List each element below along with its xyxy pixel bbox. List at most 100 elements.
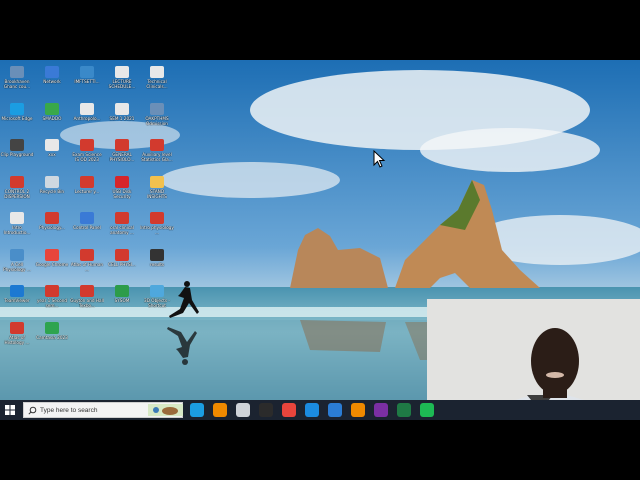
desktop-icon-label: Control Panel bbox=[73, 225, 101, 230]
desktop-icon-glyph bbox=[45, 139, 59, 151]
desktop-icon[interactable]: LECTURE SCHEDULE... bbox=[105, 64, 139, 96]
desktop-icon-label: GENERAL PHYSIOLO... bbox=[109, 152, 135, 162]
desktop-icon-label: SEM 1 2021 bbox=[109, 115, 135, 121]
desktop-icon-label: Atlas of Human ... bbox=[70, 261, 104, 272]
obs-icon[interactable] bbox=[259, 403, 273, 417]
desktop-icon[interactable]: OAKPTHMS Odmission bbox=[140, 101, 174, 133]
desktop-icon[interactable]: A Cell Physiology ... bbox=[0, 247, 34, 279]
desktop-icon-glyph bbox=[45, 102, 59, 115]
desktop-icon[interactable]: Physiology... bbox=[35, 210, 69, 242]
excel-icon[interactable] bbox=[397, 403, 411, 417]
ie-icon[interactable] bbox=[305, 403, 319, 417]
desktop-screen: Brookhaven Ghanc cou... Network IMFTSETTI.… bbox=[0, 60, 640, 420]
vlc-icon[interactable] bbox=[351, 403, 365, 417]
desktop-icon-label: CELL PHYSI... bbox=[108, 261, 136, 267]
vlc-icon[interactable] bbox=[213, 403, 227, 417]
desktop-icon-label: Lecturer y... bbox=[74, 188, 100, 194]
desktop-icon-glyph bbox=[80, 212, 94, 224]
desktop-icon-label: Exam Science IS OD 2023 bbox=[72, 152, 102, 162]
desktop-icon-glyph bbox=[115, 212, 129, 224]
desktop-icon-glyph bbox=[115, 248, 129, 261]
desktop-icon-glyph bbox=[80, 139, 94, 151]
desktop-icon[interactable]: Technical Clinicals... bbox=[140, 64, 174, 96]
desktop-icon[interactable]: results bbox=[140, 247, 174, 279]
desktop-icon-label: Physiology... bbox=[39, 225, 65, 230]
desktop-icon-label: Brookhaven Ghanc cou... bbox=[3, 79, 31, 89]
desktop-icon-glyph bbox=[10, 321, 24, 334]
desktop-icon[interactable]: CONTROL 2 DISPERSION bbox=[0, 174, 34, 206]
desktop-icon[interactable]: STAND INSIGHTS bbox=[140, 174, 174, 206]
search-highlight-image-icon bbox=[148, 404, 183, 416]
desktop-icon-label: USB Disk Security bbox=[112, 188, 132, 199]
desktop-icon[interactable]: Atlas of Histology ... bbox=[0, 320, 34, 352]
desktop-icon[interactable]: GENERAL PHYSIOLO... bbox=[105, 137, 139, 169]
desktop-icon-label: SYSOM bbox=[114, 298, 130, 303]
desktop-icon-glyph bbox=[10, 175, 24, 188]
desktop-icon[interactable]: TeamViewer bbox=[0, 283, 34, 315]
search-input[interactable] bbox=[40, 404, 152, 416]
desktop-icon-glyph bbox=[150, 102, 164, 115]
desktop-icon[interactable]: Lecturer y... bbox=[70, 174, 104, 206]
desktop-icon[interactable]: 3D Objects - Shortcut bbox=[140, 283, 174, 315]
desktop-icon[interactable]: Exam Science IS OD 2023 bbox=[70, 137, 104, 169]
onenote-icon[interactable] bbox=[374, 403, 388, 417]
desktop-icon-label: Technical Clinicals... bbox=[146, 79, 168, 89]
store-icon[interactable] bbox=[236, 403, 250, 417]
chrome-icon[interactable] bbox=[282, 403, 296, 417]
desktop-icon[interactable]: SMADDO bbox=[35, 101, 69, 133]
desktop-icon[interactable]: CELL PHYSI... bbox=[105, 247, 139, 279]
desktop-icon-label: STAND INSIGHTS bbox=[147, 188, 167, 199]
desktop-icon[interactable]: Atlas of Human ... bbox=[70, 247, 104, 279]
desktop-icon[interactable]: SYSOM bbox=[105, 283, 139, 315]
desktop-icon-label: TeamViewer bbox=[4, 298, 30, 303]
edge-icon[interactable] bbox=[190, 403, 204, 417]
desktop-icon-label: Recycle Bin bbox=[39, 188, 65, 194]
desktop-icon[interactable]: SEM 1 2021 bbox=[105, 101, 139, 133]
desktop-icon-glyph bbox=[80, 102, 94, 115]
desktop-icon-label: Anthropolo... bbox=[73, 115, 101, 121]
desktop-icon-glyph bbox=[115, 175, 129, 188]
desktop-icon[interactable]: Intro physiology ... bbox=[140, 210, 174, 242]
desktop-icon[interactable]: Network bbox=[35, 64, 69, 96]
desktop-icon-glyph bbox=[45, 321, 59, 334]
windows-start-icon[interactable] bbox=[3, 403, 17, 417]
desktop-icon-glyph bbox=[80, 66, 94, 78]
desktop-icon-glyph bbox=[115, 139, 129, 151]
desktop-icon-glyph bbox=[10, 66, 24, 78]
desktop-icon[interactable]: Camtasia 2023 bbox=[35, 320, 69, 352]
desktop-icon-glyph bbox=[150, 212, 164, 224]
desktop-icon[interactable]: Brookhaven Ghanc cou... bbox=[0, 64, 34, 96]
desktop-icon[interactable]: Control Panel bbox=[70, 210, 104, 242]
mail-icon[interactable] bbox=[328, 403, 342, 417]
desktop-icon-glyph bbox=[45, 212, 59, 224]
desktop-icon[interactable]: Auxiliary level Statistics Gla... bbox=[140, 137, 174, 169]
desktop-icon-label: Google Chrome bbox=[35, 261, 69, 267]
taskbar bbox=[0, 400, 640, 420]
desktop-icon[interactable]: Clip Playground bbox=[0, 137, 34, 169]
taskbar-search-box[interactable] bbox=[23, 402, 183, 418]
desktop-icon[interactable]: IMFTSETTI... bbox=[70, 64, 104, 96]
desktop-icon-glyph bbox=[150, 248, 164, 261]
desktop-icon[interactable]: xxx bbox=[35, 137, 69, 169]
desktop-icon-label: IMFTSETTI... bbox=[74, 79, 100, 84]
desktop-icon-label: Clip Playground bbox=[0, 152, 34, 157]
desktop-icon[interactable]: USB Disk Security bbox=[105, 174, 139, 206]
desktop-icon-label: LECTURE SCHEDULE... bbox=[108, 79, 136, 89]
spotify-icon[interactable] bbox=[420, 403, 434, 417]
desktop-icon-label: oral clinical anatomy ... bbox=[110, 225, 134, 235]
desktop-icon[interactable]: Google Chrome bbox=[35, 247, 69, 279]
desktop-icon[interactable]: Intro Introductio... bbox=[0, 210, 34, 242]
desktop-icon[interactable]: Anthropolo... bbox=[70, 101, 104, 133]
desktop-icon[interactable]: oral clinical anatomy ... bbox=[105, 210, 139, 242]
desktop-icon[interactable]: Guyton and Hall Texbo... bbox=[70, 283, 104, 315]
desktop-icon-glyph bbox=[45, 285, 59, 297]
desktop-icon-label: OAKPTHMS Odmission bbox=[145, 115, 169, 126]
desktop-icon[interactable]: Microsoft Edge bbox=[0, 101, 34, 133]
desktop-icon[interactable]: year 1 Second sem... bbox=[35, 283, 69, 315]
desktop-icon-glyph bbox=[10, 139, 24, 151]
desktop-icon-label: Atlas of Histology ... bbox=[4, 334, 30, 345]
desktop-icon-label: Auxiliary level Statistics Gla... bbox=[141, 152, 173, 162]
desktop-icon-glyph bbox=[115, 102, 129, 115]
desktop-icon[interactable]: Recycle Bin bbox=[35, 174, 69, 206]
desktop-icon-glyph bbox=[10, 248, 24, 261]
